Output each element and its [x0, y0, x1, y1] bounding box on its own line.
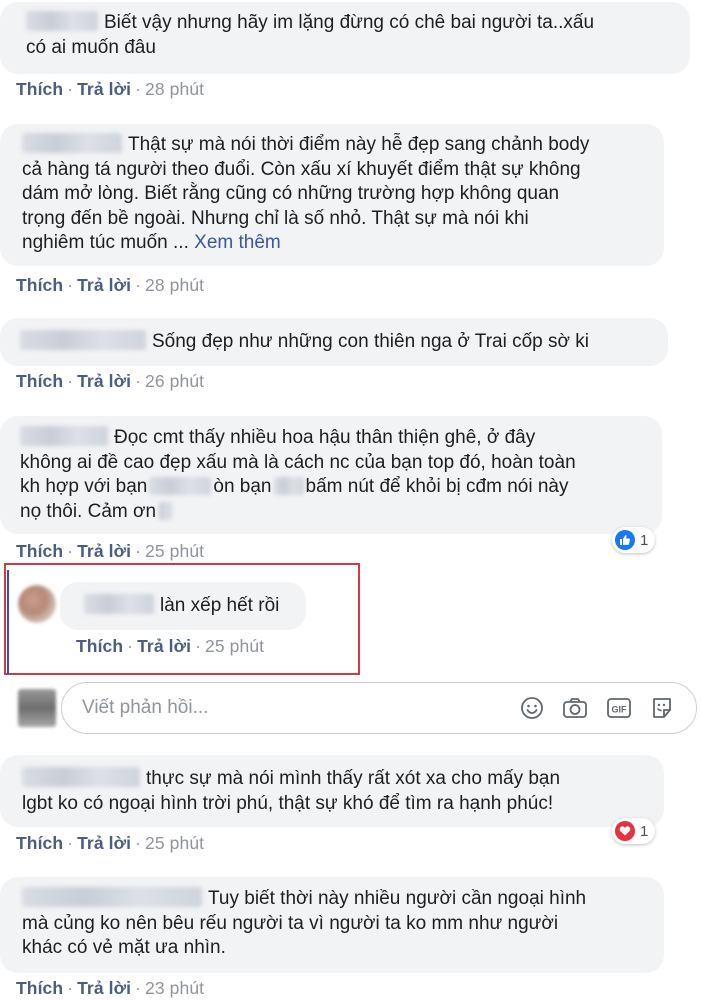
timestamp[interactable]: 28 phút [145, 275, 204, 295]
comment-text: làn xếp hết rồi [160, 595, 280, 616]
camera-icon[interactable] [562, 696, 588, 720]
comment-actions: Thích · Trả lời · 25 phút [76, 636, 265, 656]
comment-bubble: Thật sự mà nói thời điểm này hễ đẹp sang… [0, 124, 664, 266]
reply-link[interactable]: Trả lời [77, 79, 131, 99]
comment-text: thực sự mà nói mình thấy rất xót xa cho … [146, 768, 561, 789]
comment-text: không ai đề cao đẹp xấu mà là cách nc củ… [20, 451, 576, 473]
avatar[interactable] [18, 585, 56, 623]
blurred-mention [273, 477, 304, 495]
comment-text: khác có vẻ mặt ưa nhìn. [22, 937, 226, 958]
reply-tools: GIF [520, 696, 674, 720]
blurred-username[interactable] [22, 767, 140, 787]
comment-actions: Thích · Trả lời · 28 phút [16, 79, 205, 99]
timestamp[interactable]: 25 phút [145, 541, 204, 561]
like-link[interactable]: Thích [16, 275, 63, 295]
blurred-username[interactable] [84, 594, 154, 614]
reply-link[interactable]: Trả lời [77, 833, 131, 853]
reply-link[interactable]: Trả lời [77, 541, 131, 561]
comment-text: kh hợp với bạn [20, 476, 148, 497]
comment-text: Đọc cmt thấy nhiều hoa hậu thân thiện gh… [114, 427, 536, 448]
comment-bubble: Biết vậy nhưng hãy im lặng đừng có chê b… [0, 2, 690, 74]
reply-link[interactable]: Trả lời [137, 636, 191, 656]
see-more-link[interactable]: Xem thêm [194, 232, 281, 253]
timestamp[interactable]: 26 phút [145, 371, 204, 391]
comment-text: trọng đến bề ngoài. Nhưng chỉ là số nhỏ.… [22, 207, 529, 229]
comment-text: nghiêm túc muốn ... [22, 232, 189, 253]
reply-placeholder[interactable]: Viết phản hồi... [82, 697, 520, 719]
timestamp[interactable]: 25 phút [205, 636, 264, 656]
reply-link[interactable]: Trả lời [77, 978, 131, 998]
sticker-icon[interactable] [650, 696, 674, 720]
comment-text: cả hàng tá người theo đuổi. Còn xấu xí k… [22, 158, 581, 180]
reply-bubble: làn xếp hết rồi [60, 582, 306, 630]
comment-text: Thật sự mà nói thời điểm này hễ đẹp sang… [128, 134, 590, 155]
comment-bubble: Đọc cmt thấy nhiều hoa hậu thân thiện gh… [0, 416, 662, 534]
comment-text: có ai muốn đâu [26, 36, 156, 58]
blurred-username[interactable] [22, 133, 122, 153]
comment-text: dám mở lòng. Biết rằng cũng có những trư… [22, 183, 560, 204]
reply-link[interactable]: Trả lời [77, 275, 131, 295]
reaction-count[interactable]: 1 [612, 527, 656, 553]
comment-text: bấm nút để khỏi bị cđm nói này [305, 476, 569, 497]
comment-text: Biết vậy nhưng hãy im lặng đừng có chê b… [104, 12, 595, 33]
reply-input[interactable]: Viết phản hồi... GIF [61, 682, 697, 734]
gif-icon[interactable]: GIF [606, 696, 632, 720]
like-link[interactable]: Thích [16, 541, 63, 561]
like-icon [615, 530, 635, 550]
comment-bubble: thực sự mà nói mình thấy rất xót xa cho … [0, 755, 664, 827]
reaction-number: 1 [640, 822, 649, 840]
emoji-icon[interactable] [520, 696, 544, 720]
comment-bubble: Tuy biết thời này nhiều người cần ngoại … [0, 877, 664, 973]
reaction-count[interactable]: 1 [612, 818, 656, 844]
blurred-mention [149, 477, 212, 495]
like-link[interactable]: Thích [16, 978, 63, 998]
comment-actions: Thích · Trả lời · 25 phút [16, 833, 205, 853]
timestamp[interactable]: 23 phút [145, 978, 204, 998]
comment-text: nọ thôi. Cảm ơn [20, 500, 157, 522]
comment-actions: Thích · Trả lời · 28 phút [16, 275, 205, 295]
comment-text: Tuy biết thời này nhiều người cần ngoại … [208, 888, 587, 909]
like-link[interactable]: Thích [76, 636, 123, 656]
reaction-number: 1 [640, 531, 649, 549]
blurred-username[interactable] [22, 887, 202, 907]
comment-actions: Thích · Trả lời · 23 phút [16, 978, 205, 998]
heart-icon [615, 821, 635, 841]
like-link[interactable]: Thích [16, 833, 63, 853]
comment-text: mà củng ko nên bêu rếu người ta vì người… [22, 912, 559, 934]
blurred-username[interactable] [26, 11, 98, 31]
avatar[interactable] [18, 689, 56, 727]
blurred-username[interactable] [20, 330, 146, 350]
thread-line [7, 570, 9, 674]
comment-actions: Thích · Trả lời · 26 phút [16, 371, 205, 391]
reply-link[interactable]: Trả lời [77, 371, 131, 391]
like-link[interactable]: Thích [16, 371, 63, 391]
comment-text: lgbt ko có ngoại hình trời phú, thật sự … [22, 792, 554, 814]
like-link[interactable]: Thích [16, 79, 63, 99]
timestamp[interactable]: 28 phút [145, 79, 204, 99]
blurred-text [158, 501, 173, 520]
svg-text:GIF: GIF [612, 705, 628, 715]
blurred-username[interactable] [20, 426, 108, 446]
timestamp[interactable]: 25 phút [145, 833, 204, 853]
comment-text: Sống đẹp như những con thiên nga ở Trai … [152, 331, 589, 352]
comment-actions: Thích · Trả lời · 25 phút [16, 541, 205, 561]
comment-text: òn bạn [213, 476, 272, 497]
comment-bubble: Sống đẹp như những con thiên nga ở Trai … [0, 318, 668, 366]
